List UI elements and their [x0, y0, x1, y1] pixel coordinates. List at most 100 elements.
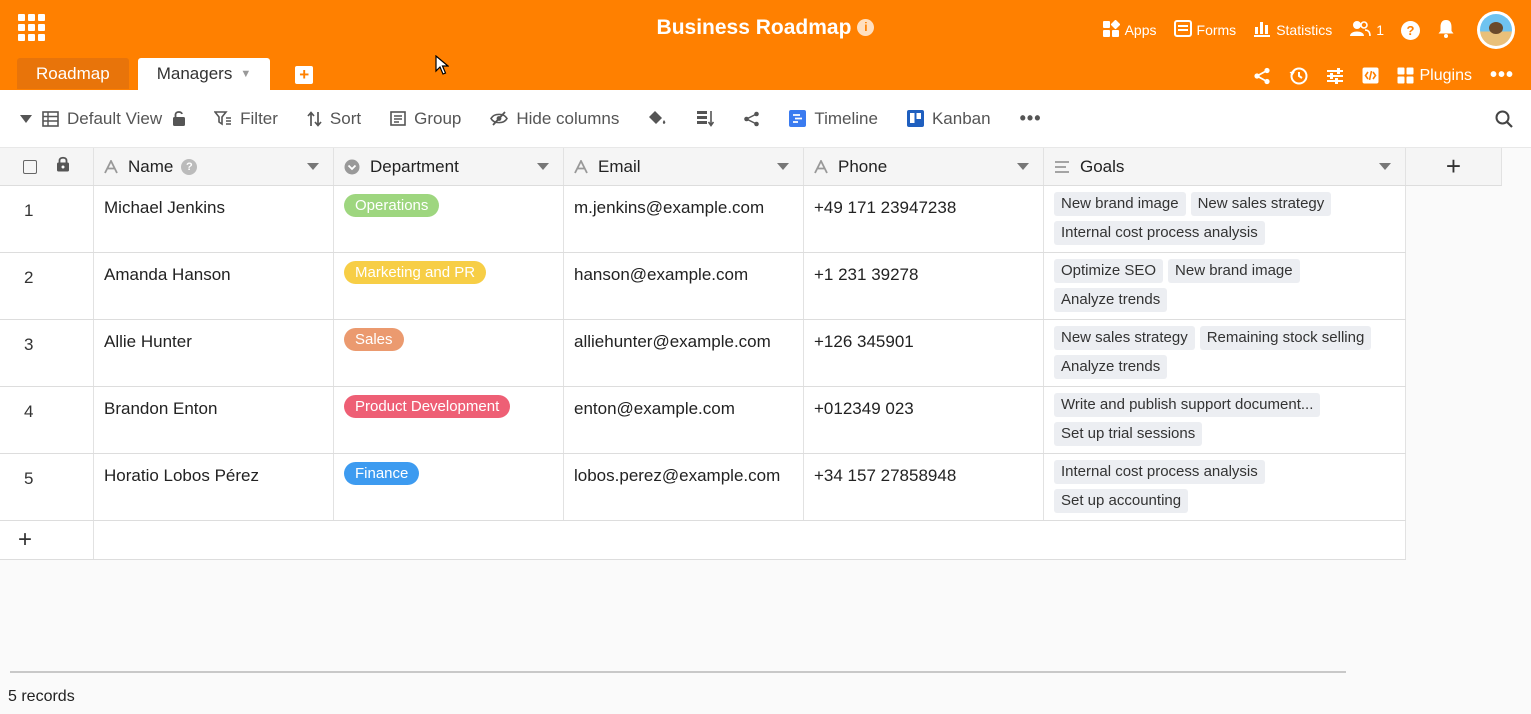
row-number[interactable]: 4 — [0, 387, 94, 453]
hide-columns-button[interactable]: Hide columns — [490, 109, 619, 129]
email-cell[interactable]: lobos.perez@example.com — [564, 454, 804, 520]
filter-button[interactable]: Filter — [214, 109, 278, 129]
column-header-department[interactable]: Department — [334, 148, 564, 185]
lock-view-button[interactable] — [172, 110, 186, 127]
department-tag: Sales — [344, 328, 404, 351]
lock-icon[interactable] — [56, 156, 70, 177]
share-icon[interactable] — [1253, 67, 1271, 85]
lock-open-icon — [172, 110, 186, 127]
timeline-button[interactable]: Timeline — [789, 109, 878, 129]
name-cell[interactable]: Allie Hunter — [94, 320, 334, 386]
sort-button[interactable]: Sort — [307, 109, 361, 129]
history-icon[interactable] — [1289, 66, 1308, 85]
more-icon[interactable]: ••• — [1490, 64, 1514, 87]
add-table-button[interactable]: + — [295, 66, 314, 84]
help-button[interactable]: ? — [1401, 20, 1420, 40]
plugins-button[interactable]: Plugins — [1397, 67, 1472, 85]
goals-cell[interactable]: Write and publish support document... Set… — [1044, 387, 1406, 453]
view-dropdown-button[interactable]: Default View — [20, 109, 162, 129]
phone-cell[interactable]: +49 171 23947238 — [804, 186, 1044, 252]
column-header-goals[interactable]: Goals — [1044, 148, 1406, 185]
avatar-image — [1480, 14, 1512, 46]
row-number[interactable]: 2 — [0, 253, 94, 319]
avatar[interactable] — [1477, 11, 1515, 49]
email-cell[interactable]: alliehunter@example.com — [564, 320, 804, 386]
name-cell[interactable]: Michael Jenkins — [94, 186, 334, 252]
users-icon — [1349, 20, 1372, 40]
row-number[interactable]: 3 — [0, 320, 94, 386]
row-color-button[interactable] — [648, 110, 667, 127]
share-view-button[interactable] — [743, 111, 760, 127]
help-icon[interactable]: ? — [181, 158, 198, 175]
name-cell[interactable]: Amanda Hanson — [94, 253, 334, 319]
goal-tag: Analyze trends — [1054, 355, 1168, 379]
phone-cell[interactable]: +012349 023 — [804, 387, 1044, 453]
email-cell[interactable]: enton@example.com — [564, 387, 804, 453]
department-cell[interactable]: Finance — [334, 454, 564, 520]
department-cell[interactable]: Product Development — [334, 387, 564, 453]
add-row: + — [0, 521, 1406, 560]
column-header-name[interactable]: Name ? — [94, 148, 334, 185]
horizontal-scrollbar[interactable] — [10, 671, 1346, 673]
column-header-email[interactable]: Email — [564, 148, 804, 185]
filter-label: Filter — [240, 108, 278, 128]
goals-cell[interactable]: New sales strategy Remaining stock sellin… — [1044, 320, 1406, 386]
tab-label: Managers — [156, 64, 233, 83]
apps-button[interactable]: Apps — [1102, 19, 1157, 41]
notifications-button[interactable] — [1437, 19, 1455, 41]
chevron-down-icon[interactable] — [1017, 163, 1029, 170]
table-tabs: Roadmap Managers ▼ + — [17, 58, 314, 90]
settings-sliders-icon[interactable] — [1326, 67, 1344, 84]
tab-managers[interactable]: Managers ▼ — [137, 58, 271, 90]
chevron-down-icon[interactable]: ▼ — [240, 68, 251, 80]
group-button[interactable]: Group — [390, 109, 461, 129]
department-cell[interactable]: Sales — [334, 320, 564, 386]
more-views-button[interactable]: ••• — [1020, 108, 1042, 129]
goals-cell[interactable]: New brand image New sales strategy Interna… — [1044, 186, 1406, 252]
tab-roadmap[interactable]: Roadmap — [17, 58, 129, 89]
search-button[interactable] — [1495, 110, 1513, 133]
phone-cell[interactable]: +126 345901 — [804, 320, 1044, 386]
name-cell[interactable]: Horatio Lobos Pérez — [94, 454, 334, 520]
kanban-button[interactable]: Kanban — [906, 109, 991, 129]
forms-button[interactable]: Forms — [1173, 20, 1236, 40]
collaborators-button[interactable]: 1 — [1349, 20, 1384, 40]
email-cell[interactable]: hanson@example.com — [564, 253, 804, 319]
row-height-button[interactable] — [696, 110, 715, 127]
department-cell[interactable]: Marketing and PR — [334, 253, 564, 319]
column-label: Phone — [838, 156, 888, 176]
eye-off-icon — [490, 111, 509, 126]
column-label: Email — [598, 156, 641, 176]
goals-cell[interactable]: Optimize SEO New brand image Analyze trend… — [1044, 253, 1406, 319]
info-icon[interactable]: i — [857, 19, 875, 36]
goals-cell[interactable]: Internal cost process analysis Set up acc… — [1044, 454, 1406, 520]
table-row[interactable]: 1 Michael Jenkins Operations m.jenkins@e… — [0, 186, 1406, 253]
chevron-down-icon[interactable] — [307, 163, 319, 170]
script-icon[interactable] — [1362, 67, 1379, 84]
chevron-down-icon — [20, 114, 32, 123]
apps-icon — [1102, 19, 1120, 41]
chevron-down-icon[interactable] — [537, 163, 549, 170]
table-row[interactable]: 3 Allie Hunter Sales alliehunter@example… — [0, 320, 1406, 387]
select-all-checkbox[interactable] — [23, 159, 37, 174]
email-cell[interactable]: m.jenkins@example.com — [564, 186, 804, 252]
table-row[interactable]: 5 Horatio Lobos Pérez Finance lobos.pere… — [0, 454, 1406, 521]
table-row[interactable]: 2 Amanda Hanson Marketing and PR hanson@… — [0, 253, 1406, 320]
name-cell[interactable]: Brandon Enton — [94, 387, 334, 453]
bell-icon — [1437, 19, 1455, 41]
column-header-phone[interactable]: Phone — [804, 148, 1044, 185]
row-number[interactable]: 5 — [0, 454, 94, 520]
top-bar: Business Roadmap i Apps Forms Statistics … — [0, 0, 1531, 90]
add-column-button[interactable]: + — [1406, 148, 1502, 186]
plugins-label: Plugins — [1419, 66, 1472, 84]
row-number[interactable]: 1 — [0, 186, 94, 252]
phone-cell[interactable]: +1 231 39278 — [804, 253, 1044, 319]
add-row-button[interactable]: + — [0, 521, 94, 559]
add-row-area[interactable] — [94, 521, 1406, 559]
phone-cell[interactable]: +34 157 27858948 — [804, 454, 1044, 520]
department-cell[interactable]: Operations — [334, 186, 564, 252]
table-row[interactable]: 4 Brandon Enton Product Development ento… — [0, 387, 1406, 454]
chevron-down-icon[interactable] — [1379, 163, 1391, 170]
chevron-down-icon[interactable] — [777, 163, 789, 170]
statistics-button[interactable]: Statistics — [1253, 20, 1332, 40]
